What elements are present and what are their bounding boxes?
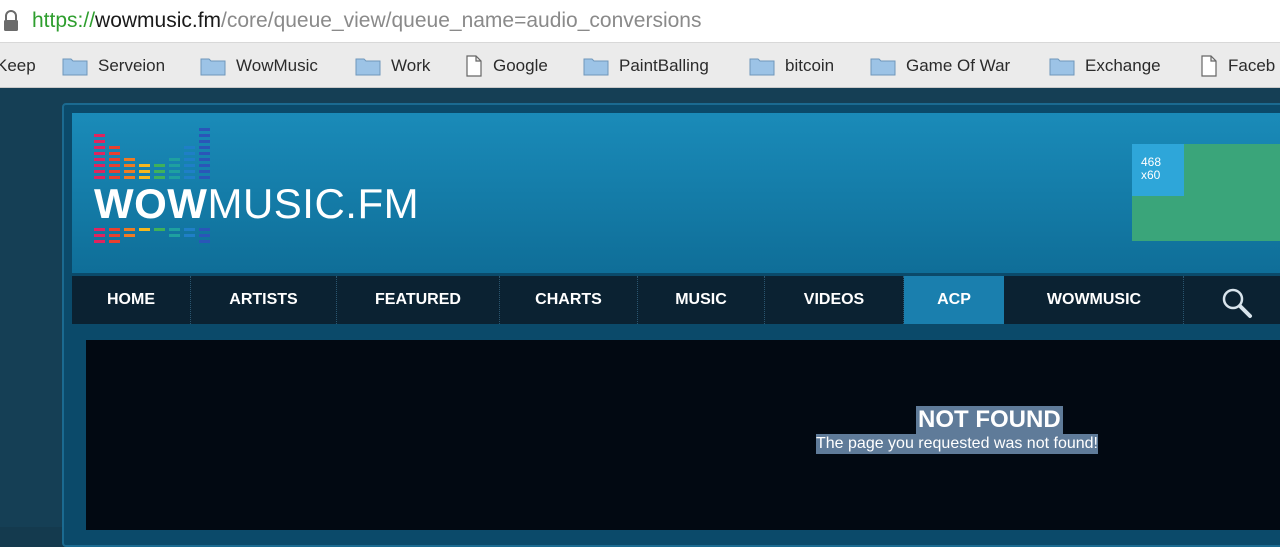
site-logo[interactable]: WOWMUSIC.FM [94, 180, 419, 228]
nav-featured[interactable]: FEATURED [337, 276, 500, 324]
bookmark-faceb[interactable]: Faceb [1200, 55, 1275, 77]
nav-acp[interactable]: ACP [904, 276, 1004, 324]
not-found-message: The page you requested was not found! [816, 434, 1098, 454]
url-text[interactable]: https://wowmusic.fm/core/queue_view/queu… [32, 8, 701, 34]
folder-icon [583, 58, 609, 76]
ad-size-line1: 468 [1141, 155, 1162, 169]
page-icon [1201, 55, 1217, 77]
folder-icon [1049, 58, 1075, 76]
bookmark-label: PaintBalling [619, 56, 709, 75]
nav-music[interactable]: MUSIC [638, 276, 765, 324]
nav-artists[interactable]: ARTISTS [191, 276, 337, 324]
nav-search[interactable] [1184, 276, 1280, 324]
ad-size-label: 468 x60 [1132, 144, 1184, 196]
bookmark-work[interactable]: Work [355, 55, 430, 77]
bookmark-keep[interactable]: Keep [0, 55, 36, 77]
logo-music-fm: MUSIC.FM [207, 180, 420, 227]
nav-home[interactable]: HOME [72, 276, 191, 324]
folder-icon [870, 58, 896, 76]
folder-icon [355, 58, 381, 76]
bookmark-label: Faceb [1228, 56, 1276, 75]
ad-banner[interactable]: 468 x60 [1132, 144, 1280, 241]
page-icon [466, 55, 482, 77]
url-scheme: https:// [32, 9, 96, 32]
bookmark-google[interactable]: Google [465, 55, 548, 77]
bookmark-bitcoin[interactable]: bitcoin [749, 55, 834, 77]
bookmark-label: Game Of War [906, 56, 1011, 75]
bookmark-label: WowMusic [236, 56, 318, 75]
folder-icon [62, 58, 88, 76]
main-nav: HOME ARTISTS FEATURED CHARTS MUSIC VIDEO… [72, 276, 1280, 324]
bookmarks-bar: Keep Serveion WowMusic Work Google Paint… [0, 43, 1280, 88]
ad-size-line2: x60 [1141, 168, 1161, 182]
content-area [86, 340, 1280, 530]
bookmark-label: Work [391, 56, 431, 75]
nav-videos[interactable]: VIDEOS [765, 276, 904, 324]
nav-wowmusic[interactable]: WOWMUSIC [1005, 276, 1184, 324]
url-host: wowmusic.fm [95, 9, 222, 32]
search-icon [1222, 288, 1252, 318]
nav-charts[interactable]: CHARTS [500, 276, 638, 324]
bookmark-label: bitcoin [785, 56, 835, 75]
folder-icon [749, 58, 775, 76]
bookmark-paintballing[interactable]: PaintBalling [583, 55, 709, 77]
bookmark-wowmusic[interactable]: WowMusic [200, 55, 318, 77]
not-found-title: NOT FOUND [916, 406, 1063, 434]
bookmark-label: Exchange [1085, 56, 1161, 75]
bookmark-label: Keep [0, 56, 36, 75]
address-bar[interactable]: https://wowmusic.fm/core/queue_view/queu… [0, 0, 1280, 43]
bookmark-game-of-war[interactable]: Game Of War [870, 55, 1010, 77]
bookmark-serveion[interactable]: Serveion [62, 55, 165, 77]
logo-wow: WOW [94, 180, 208, 227]
bookmark-exchange[interactable]: Exchange [1049, 55, 1161, 77]
bookmark-label: Google [493, 56, 548, 75]
folder-icon [200, 58, 226, 76]
url-path: /core/queue_view/queue_name=audio_conver… [221, 9, 702, 32]
bookmark-label: Serveion [98, 56, 166, 75]
lock-icon [4, 10, 18, 31]
